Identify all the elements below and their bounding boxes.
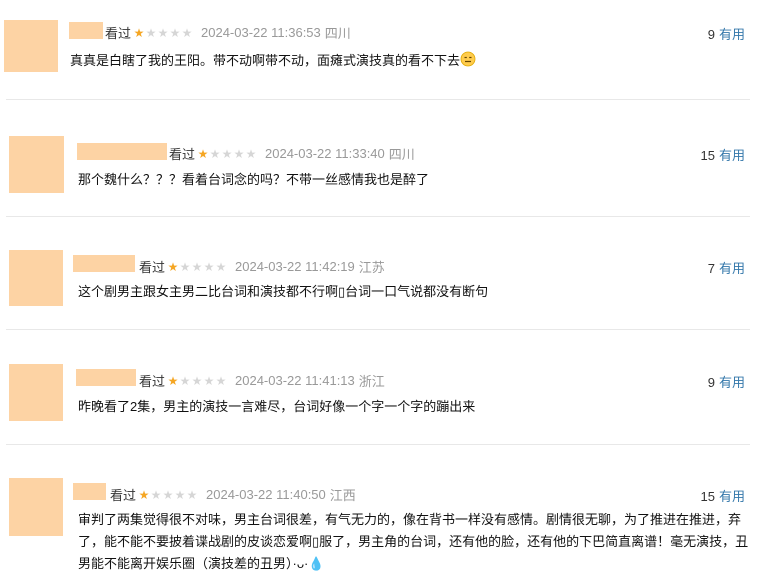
- star-icon: ★: [167, 373, 179, 388]
- star-icon: ★: [174, 487, 186, 502]
- username-redacted[interactable]: [73, 255, 135, 272]
- useful-button[interactable]: 有用: [719, 261, 745, 276]
- vote-count: 9: [707, 375, 715, 390]
- rating-stars: ★ ★ ★ ★ ★: [197, 148, 257, 160]
- review-location: 四川: [324, 26, 351, 41]
- star-icon: ★: [197, 146, 209, 161]
- star-icon: ★: [138, 487, 150, 502]
- watch-status: 看过: [139, 260, 166, 275]
- username-redacted[interactable]: [76, 369, 136, 386]
- useful-button[interactable]: 有用: [719, 148, 745, 163]
- vote-count: 15: [700, 489, 715, 504]
- star-icon: ★: [233, 146, 245, 161]
- watch-status: 看过: [139, 374, 166, 389]
- star-icon: ★: [181, 25, 193, 40]
- vote-area: 9 有用: [708, 24, 745, 43]
- divider: [6, 99, 750, 100]
- star-icon: ★: [245, 146, 257, 161]
- vote-area: 9 有用: [708, 372, 745, 391]
- star-icon: ★: [179, 259, 191, 274]
- review-time: 2024-03-22 11:42:19: [235, 259, 355, 274]
- star-icon: ★: [191, 373, 203, 388]
- vote-area: 15 有用: [701, 486, 745, 505]
- rating-stars: ★ ★ ★ ★ ★: [138, 489, 198, 501]
- star-icon: ★: [169, 25, 181, 40]
- star-icon: ★: [150, 487, 162, 502]
- watch-status: 看过: [169, 147, 196, 162]
- avatar[interactable]: [9, 250, 63, 306]
- review-content: 那个魏什么？？？看着台词念的吗？不带一丝感情我也是醉了: [78, 172, 430, 187]
- vote-count: 9: [707, 27, 715, 42]
- star-icon: ★: [133, 25, 145, 40]
- vote-area: 15 有用: [701, 145, 745, 164]
- username-redacted[interactable]: [73, 483, 106, 500]
- avatar[interactable]: [9, 364, 63, 421]
- useful-button[interactable]: 有用: [719, 489, 745, 504]
- useful-button[interactable]: 有用: [719, 375, 745, 390]
- rating-stars: ★ ★ ★ ★ ★: [167, 375, 227, 387]
- vote-count: 7: [707, 261, 715, 276]
- review-time: 2024-03-22 11:41:13: [235, 373, 355, 388]
- star-icon: ★: [203, 373, 215, 388]
- star-icon: ★: [145, 25, 157, 40]
- star-icon: ★: [215, 373, 227, 388]
- review-content: 真真是白瞎了我的王阳。带不动啊带不动，面瘫式演技真的看不下去: [70, 50, 740, 74]
- neutral-face-icon: [460, 51, 476, 74]
- review-content: 审判了两集觉得很不对味，男主台词很差，有气无力的，像在背书一样没有感情。剧情很无…: [78, 512, 749, 571]
- watch-status: 看过: [110, 488, 137, 503]
- star-icon: ★: [157, 25, 169, 40]
- review-location: 江西: [329, 488, 356, 503]
- review-time: 2024-03-22 11:33:40: [265, 146, 385, 161]
- star-icon: ★: [221, 146, 233, 161]
- star-icon: ★: [191, 259, 203, 274]
- review-location: 四川: [388, 147, 415, 162]
- review-content: 昨晚看了2集，男主的演技一言难尽，台词好像一个字一个字的蹦出来: [78, 399, 476, 414]
- divider: [6, 444, 750, 445]
- username-redacted[interactable]: [69, 22, 103, 39]
- divider: [6, 216, 750, 217]
- star-icon: ★: [186, 487, 198, 502]
- vote-count: 15: [700, 148, 715, 163]
- star-icon: ★: [215, 259, 227, 274]
- rating-stars: ★ ★ ★ ★ ★: [133, 27, 193, 39]
- review-time: 2024-03-22 11:36:53: [201, 25, 321, 40]
- vote-area: 7 有用: [708, 258, 745, 277]
- avatar[interactable]: [4, 20, 58, 72]
- review-time: 2024-03-22 11:40:50: [206, 487, 326, 502]
- star-icon: ★: [203, 259, 215, 274]
- divider: [6, 329, 750, 330]
- review-location: 江苏: [358, 260, 385, 275]
- star-icon: ★: [162, 487, 174, 502]
- username-redacted[interactable]: [77, 143, 167, 160]
- star-icon: ★: [179, 373, 191, 388]
- avatar[interactable]: [9, 136, 64, 193]
- avatar[interactable]: [9, 478, 63, 536]
- review-location: 浙江: [358, 374, 385, 389]
- review-content: 这个剧男主跟女主男二比台词和演技都不行啊▯台词一口气说都没有断句: [78, 284, 489, 299]
- star-icon: ★: [209, 146, 221, 161]
- rating-stars: ★ ★ ★ ★ ★: [167, 261, 227, 273]
- watch-status: 看过: [105, 26, 132, 41]
- useful-button[interactable]: 有用: [719, 27, 745, 42]
- star-icon: ★: [167, 259, 179, 274]
